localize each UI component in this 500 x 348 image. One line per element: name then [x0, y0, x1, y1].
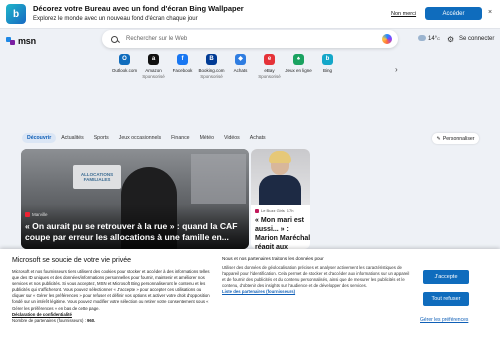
weather-unit: C [437, 36, 440, 41]
shortcut-label: Facebook [172, 68, 193, 73]
purposes-title: Nous et nos partenaires traitons les don… [222, 256, 324, 261]
shortcut-booking[interactable]: B Booking.com Sponsorisé [197, 54, 226, 79]
dialog-text: Microsoft et nos fournisseurs tiers util… [12, 269, 210, 311]
vendors-number: 960. [87, 317, 96, 323]
games-icon: ♠ [293, 54, 304, 65]
news-card-main[interactable]: ALLOCATIONS FAMILIALES Marville « On aur… [21, 149, 249, 249]
ebay-icon: e [264, 54, 275, 65]
bing-wallpaper-icon: b [6, 4, 26, 24]
publish-time: 17h [286, 208, 294, 213]
tab-achats[interactable]: Achats [245, 133, 271, 143]
news-card-side[interactable]: Le Buzz Girls 17h « Mon mari est aussi..… [251, 149, 310, 249]
dialog-body: Microsoft et nos fournisseurs tiers util… [12, 269, 215, 324]
purposes-text: Utiliser des données de géolocalisation … [222, 265, 410, 289]
shortcut-label: Outlook.com [111, 68, 138, 73]
caf-sign: ALLOCATIONS FAMILIALES [73, 165, 121, 189]
news-image [251, 149, 310, 205]
search-input[interactable]: Rechercher sur le Web [126, 36, 187, 42]
cookie-consent-dialog: Microsoft se soucie de votre vie privée … [0, 249, 500, 348]
publisher-name: Marville [32, 212, 48, 217]
facebook-icon: f [177, 54, 188, 65]
tab-decouvrir[interactable]: Découvrir [22, 133, 57, 143]
shortcut-bar: O Outlook.com a Amazon Sponsorisé f Face… [110, 54, 342, 79]
msn-logo[interactable]: msn [6, 36, 36, 46]
bing-icon: b [322, 54, 333, 65]
card-title[interactable]: « Mon mari est aussi... » : Marion Maréc… [255, 216, 310, 249]
sponsored-label: Sponsorisé [258, 73, 281, 79]
accept-button[interactable]: J'accepte [423, 270, 469, 284]
shortcut-ebay[interactable]: e eBay Sponsorisé [255, 54, 284, 79]
close-icon[interactable]: × [488, 9, 492, 16]
vendors-label: Nombre de partenaires (fournisseurs) : [12, 317, 86, 323]
weather-value: 14° [428, 36, 438, 42]
image-window [191, 154, 246, 204]
image-person [259, 175, 301, 205]
cloud-icon [418, 35, 426, 41]
outlook-icon: O [119, 54, 130, 65]
shortcut-facebook[interactable]: f Facebook [168, 54, 197, 79]
search-icon [111, 35, 118, 43]
msn-logo-text: msn [18, 36, 36, 46]
vendors-count: Nombre de partenaires (fournisseurs) : 9… [12, 318, 215, 324]
tab-actualites[interactable]: Actualités [56, 133, 89, 143]
shortcut-achats[interactable]: ◆ Achats [226, 54, 255, 79]
msn-logo-icon [6, 36, 16, 46]
shortcut-label: Achats [233, 68, 248, 73]
tab-sports[interactable]: Sports [89, 133, 114, 143]
pencil-icon: ✎ [436, 135, 441, 142]
promo-title: Décorez votre Bureau avec un fond d'écra… [33, 4, 244, 13]
promo-accept-button[interactable]: Accéder [425, 7, 482, 20]
promo-banner: b Décorez votre Bureau avec un fond d'éc… [0, 0, 500, 29]
gear-icon[interactable]: ⚙ [447, 35, 454, 44]
processing-purposes: Nous et nos partenaires traitons les don… [222, 256, 412, 294]
dialog-title: Microsoft se soucie de votre vie privée [12, 257, 132, 264]
category-nav: Découvrir Actualités Sports Jeux occasio… [22, 133, 271, 143]
copilot-icon[interactable] [382, 34, 392, 44]
weather-temperature[interactable]: 14°C [428, 36, 440, 42]
tab-meteo[interactable]: Météo [195, 133, 219, 143]
sponsored-label: Sponsorisé [200, 73, 223, 79]
sponsored-label: Sponsorisé [142, 73, 165, 79]
promo-not-now-link[interactable]: Non merci [391, 11, 416, 17]
shortcut-bing[interactable]: b Bing [313, 54, 342, 79]
booking-icon: B [206, 54, 217, 65]
publisher-icon [25, 212, 30, 217]
image-hair [269, 151, 291, 163]
chevron-right-icon[interactable]: › [395, 65, 398, 74]
tab-finance[interactable]: Finance [166, 133, 194, 143]
shopping-icon: ◆ [235, 54, 246, 65]
personalize-button[interactable]: ✎ Personnaliser [432, 133, 479, 144]
publisher-icon [255, 208, 259, 213]
tab-jeux[interactable]: Jeux occasionnels [114, 133, 166, 143]
signin-button[interactable]: Se connecter [459, 36, 494, 42]
reject-all-button[interactable]: Tout refuser [423, 292, 469, 306]
promo-text: Décorez votre Bureau avec un fond d'écra… [33, 4, 244, 24]
shortcut-label: Bing [322, 68, 332, 73]
partners-list-link[interactable]: Liste des partenaires (fournisseurs) [222, 289, 412, 294]
shortcut-label: Jeux en ligne [285, 68, 312, 73]
shortcut-outlook[interactable]: O Outlook.com [110, 54, 139, 79]
shortcut-games[interactable]: ♠ Jeux en ligne [284, 54, 313, 79]
manage-preferences-link[interactable]: Gérer les préférences [420, 317, 468, 323]
shortcut-amazon[interactable]: a Amazon Sponsorisé [139, 54, 168, 79]
card-source: Le Buzz Girls 17h [255, 208, 293, 213]
card-source: Marville [25, 212, 48, 217]
search-box[interactable]: Rechercher sur le Web [102, 30, 398, 48]
publisher-name: Le Buzz Girls [261, 208, 285, 213]
promo-subtitle: Explorez le monde avec un nouveau fond d… [33, 16, 198, 22]
card-title[interactable]: « On aurait pu se retrouver à la rue » :… [25, 221, 247, 243]
personalize-label: Personnaliser [442, 135, 475, 142]
tab-videos[interactable]: Vidéos [219, 133, 245, 143]
shortcut-label: Booking.com [198, 68, 225, 73]
amazon-icon: a [148, 54, 159, 65]
